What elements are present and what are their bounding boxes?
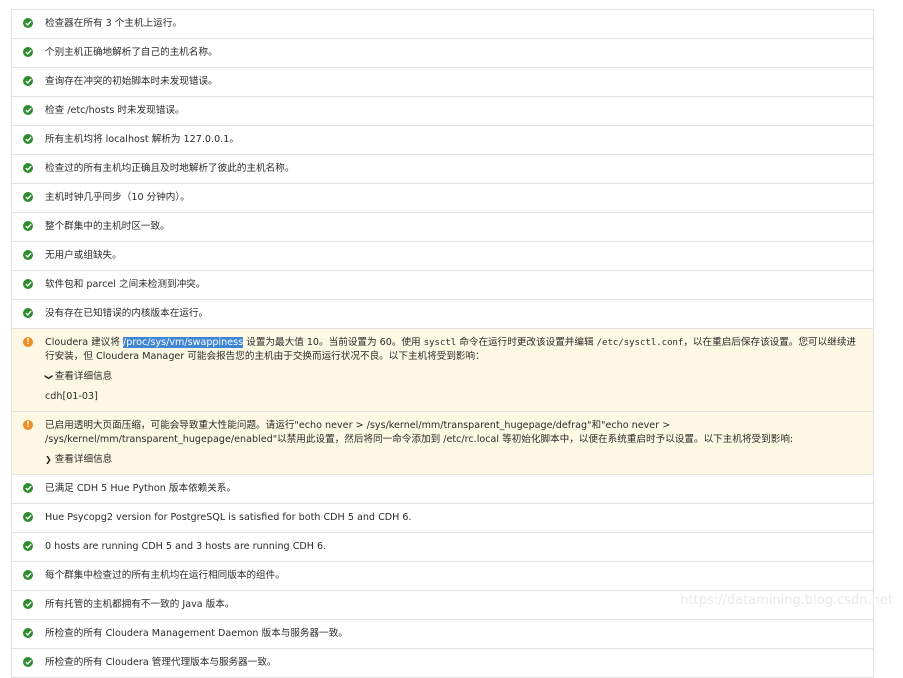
check-text: 已满足 CDH 5 Hue Python 版本依赖关系。 <box>45 483 237 494</box>
check-text: 所有主机均将 localhost 解析为 127.0.0.1。 <box>45 134 239 145</box>
check-text: 所检查的所有 Cloudera 管理代理版本与服务器一致。 <box>45 657 277 668</box>
check-text: 主机时钟几乎同步（10 分钟内）。 <box>45 192 190 203</box>
check-row: 0 hosts are running CDH 5 and 3 hosts ar… <box>11 533 874 562</box>
check-text: 0 hosts are running CDH 5 and 3 hosts ar… <box>45 541 327 552</box>
view-details-label: 查看详细信息 <box>54 454 113 465</box>
check-circle-icon <box>23 134 33 144</box>
check-text: 整个群集中的主机时区一致。 <box>45 221 170 232</box>
chevron-right-icon: ❯ <box>45 455 52 464</box>
check-circle-icon <box>23 76 33 86</box>
check-row: 检查 /etc/hosts 时未发现错误。 <box>11 97 874 126</box>
check-row: 没有存在已知错误的内核版本在运行。 <box>11 300 874 329</box>
check-text: 个别主机正确地解析了自己的主机名称。 <box>45 47 218 58</box>
check-circle-icon <box>23 250 33 260</box>
check-row: 软件包和 parcel 之间未检测到冲突。 <box>11 271 874 300</box>
check-circle-icon <box>23 47 33 57</box>
check-circle-icon <box>23 483 33 493</box>
warning-message: Cloudera 建议将 /proc/sys/vm/swappiness 设置为… <box>45 336 865 364</box>
check-circle-icon <box>23 599 33 609</box>
host-inspector-results: 检查器在所有 3 个主机上运行。 个别主机正确地解析了自己的主机名称。 查询存在… <box>11 9 874 678</box>
check-text: 检查 /etc/hosts 时未发现错误。 <box>45 105 185 116</box>
check-circle-icon <box>23 512 33 522</box>
check-row: 检查器在所有 3 个主机上运行。 <box>11 10 874 39</box>
check-row: 查询存在冲突的初始脚本时未发现错误。 <box>11 68 874 97</box>
warning-body: 已启用透明大页面压缩，可能会导致重大性能问题。请运行"echo never > … <box>45 419 865 467</box>
check-circle-icon <box>23 192 33 202</box>
check-text: 检查器在所有 3 个主机上运行。 <box>45 18 182 29</box>
check-text: 软件包和 parcel 之间未检测到冲突。 <box>45 279 206 290</box>
check-circle-icon <box>23 541 33 551</box>
chevron-down-icon: ❯ <box>44 373 54 381</box>
view-details-toggle[interactable]: ❯ 查看详细信息 <box>44 370 865 384</box>
warning-text-mid: 设置为最大值 10。当前设置为 60。使用 <box>243 337 424 348</box>
view-details-toggle[interactable]: ❯ 查看详细信息 <box>45 453 865 467</box>
check-circle-icon <box>23 628 33 638</box>
check-circle-icon <box>23 18 33 28</box>
check-text: Hue Psycopg2 version for PostgreSQL is s… <box>45 512 412 523</box>
warning-icon: ! <box>23 420 33 430</box>
swappiness-warning-row: ! Cloudera 建议将 /proc/sys/vm/swappiness 设… <box>11 329 874 412</box>
check-circle-icon <box>23 570 33 580</box>
check-row: Hue Psycopg2 version for PostgreSQL is s… <box>11 504 874 533</box>
check-circle-icon <box>23 657 33 667</box>
swappiness-path-selection[interactable]: /proc/sys/vm/swappiness <box>123 337 244 348</box>
check-row: 已满足 CDH 5 Hue Python 版本依赖关系。 <box>11 475 874 504</box>
sysctl-conf-path: /etc/sysctl.conf <box>596 338 684 348</box>
warning-text-prefix: Cloudera 建议将 <box>45 337 124 348</box>
check-row: 所有主机均将 localhost 解析为 127.0.0.1。 <box>11 126 874 155</box>
warning-message: 已启用透明大页面压缩，可能会导致重大性能问题。请运行"echo never > … <box>45 420 794 445</box>
check-row: 所检查的所有 Cloudera Management Daemon 版本与服务器… <box>11 620 874 649</box>
affected-hosts: cdh[01-03] <box>45 391 98 402</box>
warning-icon: ! <box>23 337 33 347</box>
warning-body: Cloudera 建议将 /proc/sys/vm/swappiness 设置为… <box>44 336 865 404</box>
hugepage-warning-row: ! 已启用透明大页面压缩，可能会导致重大性能问题。请运行"echo never … <box>11 412 874 475</box>
check-circle-icon <box>23 308 33 318</box>
check-circle-icon <box>23 105 33 115</box>
check-row: 每个群集中检查过的所有主机均在运行相同版本的组件。 <box>11 562 874 591</box>
check-text: 每个群集中检查过的所有主机均在运行相同版本的组件。 <box>45 570 285 581</box>
check-circle-icon <box>23 221 33 231</box>
check-row: 所检查的所有 Cloudera 管理代理版本与服务器一致。 <box>11 649 874 678</box>
view-details-label: 查看详细信息 <box>54 371 113 382</box>
check-row: 个别主机正确地解析了自己的主机名称。 <box>11 39 874 68</box>
check-text: 无用户或组缺失。 <box>45 250 122 261</box>
watermark: https://datamining.blog.csdn.net <box>680 593 893 608</box>
check-text: 所检查的所有 Cloudera Management Daemon 版本与服务器… <box>45 628 348 639</box>
check-circle-icon <box>23 163 33 173</box>
warning-text-mid2: 命令在运行时更改该设置并编辑 <box>456 337 597 348</box>
check-text: 查询存在冲突的初始脚本时未发现错误。 <box>45 76 218 87</box>
check-text: 检查过的所有主机均正确且及时地解析了彼此的主机名称。 <box>45 163 295 174</box>
sysctl-command: sysctl <box>423 338 457 348</box>
check-circle-icon <box>23 279 33 289</box>
check-row: 整个群集中的主机时区一致。 <box>11 213 874 242</box>
check-text: 没有存在已知错误的内核版本在运行。 <box>45 308 209 319</box>
check-row: 检查过的所有主机均正确且及时地解析了彼此的主机名称。 <box>11 155 874 184</box>
check-row: 无用户或组缺失。 <box>11 242 874 271</box>
check-row: 主机时钟几乎同步（10 分钟内）。 <box>11 184 874 213</box>
